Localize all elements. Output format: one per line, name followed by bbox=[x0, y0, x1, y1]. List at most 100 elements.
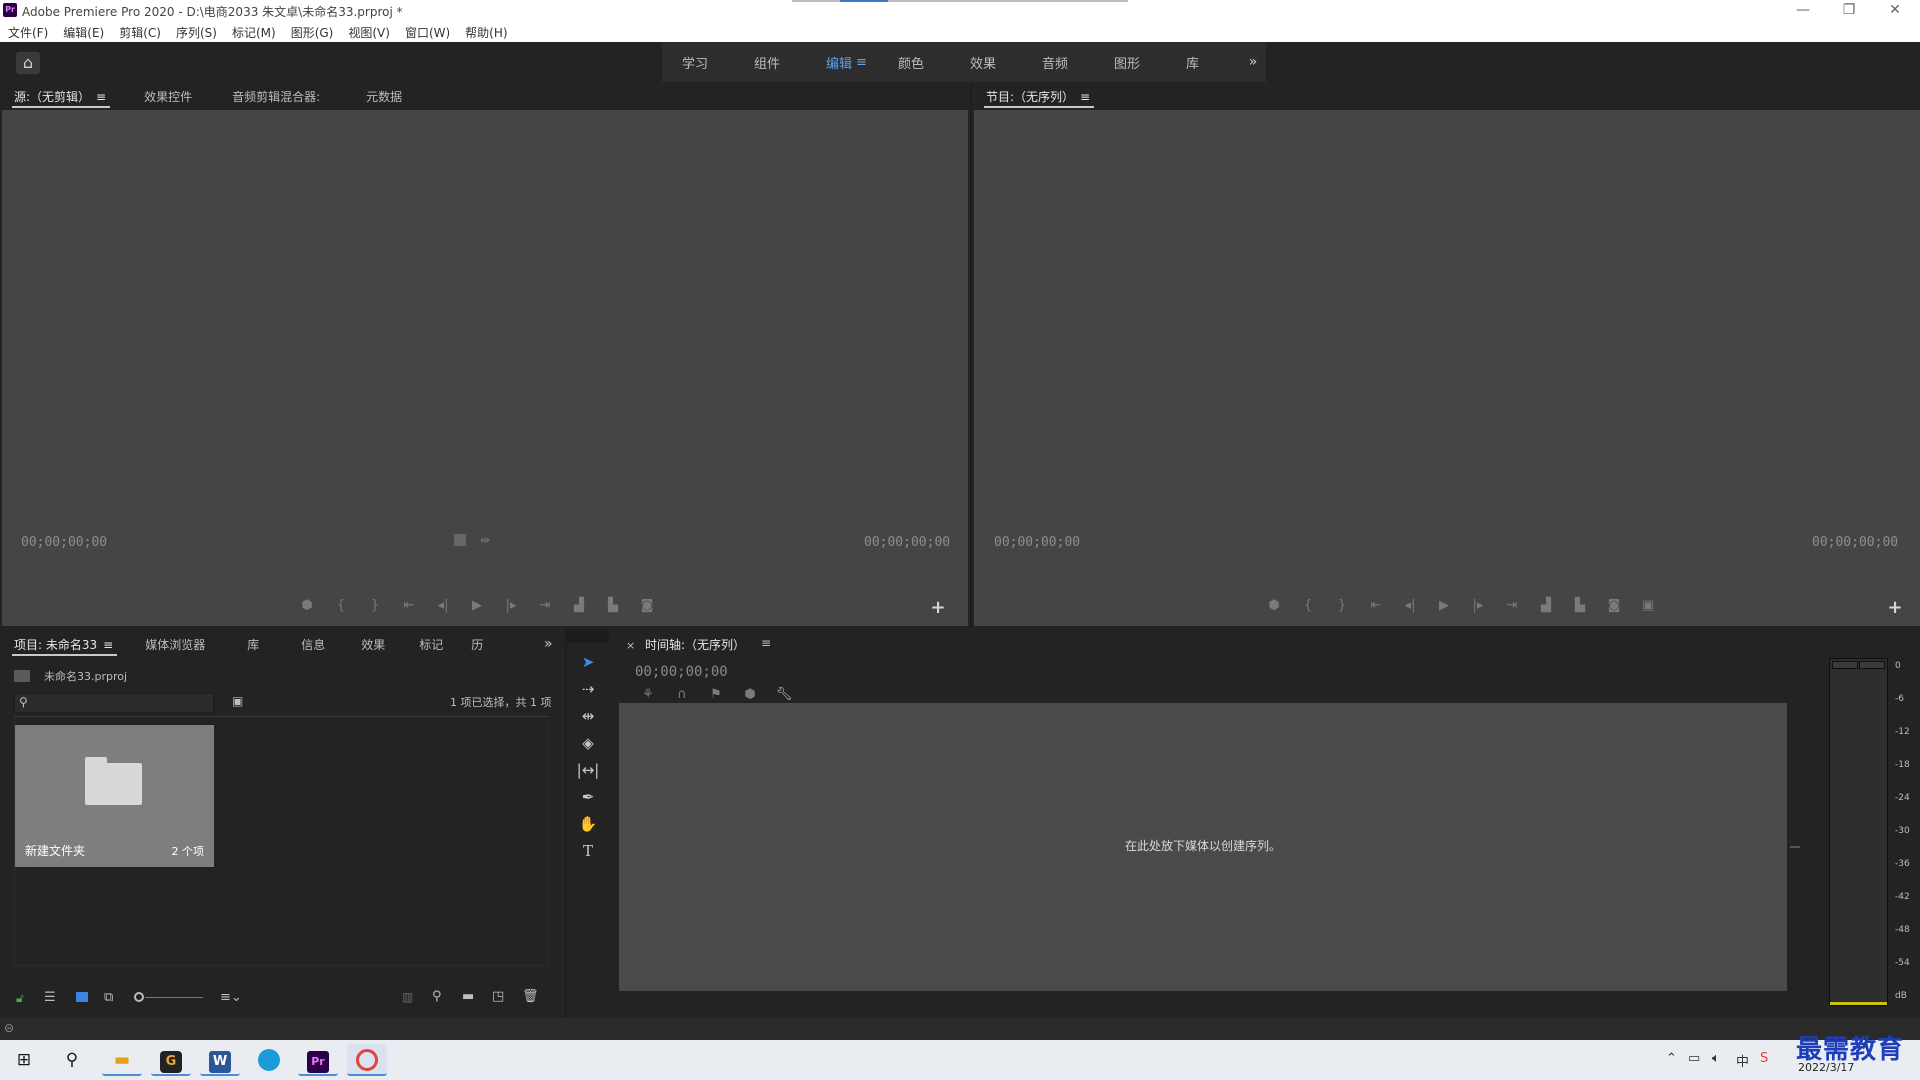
insert-icon[interactable]: ▟ bbox=[567, 597, 591, 615]
menu-help[interactable]: 帮助(H) bbox=[465, 24, 514, 41]
home-icon[interactable]: ⌂ bbox=[16, 52, 40, 74]
timeline-tab-label[interactable]: 时间轴:（无序列） bbox=[645, 636, 745, 653]
timeline-drop-area[interactable]: 在此处放下媒体以创建序列。 bbox=[619, 703, 1787, 991]
new-item-icon[interactable]: ◳ bbox=[492, 989, 504, 1004]
input-method-icon[interactable]: 中 bbox=[1736, 1051, 1749, 1070]
program-go-to-in-icon[interactable]: ⇤ bbox=[1364, 597, 1388, 615]
menu-view[interactable]: 视图(V) bbox=[348, 24, 397, 41]
tab-source[interactable]: 源:（无剪辑） ≡ bbox=[0, 84, 120, 110]
tab-project[interactable]: 项目: 未命名33 ≡ bbox=[0, 632, 127, 658]
source-fit-icon[interactable] bbox=[454, 534, 466, 546]
screen-recorder-app-icon[interactable] bbox=[347, 1044, 387, 1076]
minimize-button[interactable]: — bbox=[1780, 0, 1826, 22]
workspace-tab-learn[interactable]: 学习 bbox=[672, 53, 734, 72]
workspace-more-icon[interactable]: » bbox=[1240, 42, 1266, 82]
mark-in-icon[interactable]: { bbox=[329, 597, 353, 615]
chrome-app-icon[interactable]: G bbox=[151, 1044, 191, 1076]
program-add-button-icon[interactable]: + bbox=[1886, 599, 1904, 617]
overwrite-icon[interactable]: ▙ bbox=[601, 597, 625, 615]
timeline-scroll-handle[interactable] bbox=[1790, 846, 1800, 848]
menu-markers[interactable]: 标记(M) bbox=[232, 24, 283, 41]
menu-sequence[interactable]: 序列(S) bbox=[176, 24, 224, 41]
program-export-frame-icon[interactable]: ◙ bbox=[1602, 597, 1626, 615]
tab-libraries[interactable]: 库 bbox=[233, 632, 273, 658]
menu-window[interactable]: 窗口(W) bbox=[405, 24, 457, 41]
list-view-icon[interactable]: ☰ bbox=[44, 990, 56, 1005]
program-mark-out-icon[interactable]: } bbox=[1330, 597, 1354, 615]
workspace-tab-assembly[interactable]: 组件 bbox=[744, 53, 806, 72]
program-play-icon[interactable]: ▶ bbox=[1432, 597, 1456, 615]
tab-effects[interactable]: 效果 bbox=[347, 632, 399, 658]
menu-edit[interactable]: 编辑(E) bbox=[63, 24, 111, 41]
project-menu-icon[interactable]: ≡ bbox=[103, 638, 113, 652]
windows-start-icon[interactable]: ⊞ bbox=[4, 1044, 44, 1076]
step-back-icon[interactable]: ◂| bbox=[431, 597, 455, 615]
program-mark-in-icon[interactable]: { bbox=[1296, 597, 1320, 615]
tab-effect-controls[interactable]: 效果控件 bbox=[130, 84, 206, 110]
snap-icon[interactable]: ∩ bbox=[669, 686, 695, 704]
timeline-close-icon[interactable]: × bbox=[626, 639, 635, 652]
tab-markers[interactable]: 标记 bbox=[405, 632, 457, 658]
program-timecode-left[interactable]: 00;00;00;00 bbox=[994, 535, 1080, 550]
timeline-marker-icon[interactable]: ⬢ bbox=[737, 686, 763, 704]
new-bin-from-search-icon[interactable]: ▣ bbox=[232, 694, 243, 708]
timeline-timecode[interactable]: 00;00;00;00 bbox=[635, 664, 728, 680]
wrench-icon[interactable]: 🔧︎ bbox=[771, 686, 797, 704]
tab-audio-clip-mixer[interactable]: 音频剪辑混合器: bbox=[218, 84, 334, 110]
zoom-slider-track[interactable] bbox=[145, 997, 203, 998]
lift-icon[interactable]: ▟ bbox=[1534, 597, 1558, 615]
find-icon[interactable]: ⚲ bbox=[432, 989, 442, 1004]
tab-metadata[interactable]: 元数据 bbox=[352, 84, 416, 110]
program-menu-icon[interactable]: ≡ bbox=[1080, 90, 1090, 104]
sort-icon[interactable]: ≡⌄ bbox=[220, 990, 242, 1005]
workspace-tab-libraries[interactable]: 库 bbox=[1176, 53, 1238, 72]
hand-tool-icon[interactable]: ✋ bbox=[575, 813, 601, 835]
network-icon[interactable]: ▭ bbox=[1688, 1051, 1700, 1066]
export-frame-icon[interactable]: ◙ bbox=[635, 597, 659, 615]
volume-icon[interactable]: 🔈︎ bbox=[1712, 1051, 1720, 1066]
restore-button[interactable]: ❐ bbox=[1826, 0, 1872, 22]
close-button[interactable]: ✕ bbox=[1872, 0, 1918, 22]
ripple-edit-tool-icon[interactable]: ⇹ bbox=[575, 705, 601, 727]
menu-clip[interactable]: 剪辑(C) bbox=[119, 24, 168, 41]
slip-tool-icon[interactable]: |↔| bbox=[575, 759, 601, 781]
extract-icon[interactable]: ▙ bbox=[1568, 597, 1592, 615]
new-bin-icon[interactable]: ▬ bbox=[462, 989, 474, 1004]
program-step-back-icon[interactable]: ◂| bbox=[1398, 597, 1422, 615]
workspace-tab-effects[interactable]: 效果 bbox=[960, 53, 1022, 72]
compare-view-icon[interactable]: ▣ bbox=[1636, 597, 1660, 615]
go-to-in-icon[interactable]: ⇤ bbox=[397, 597, 421, 615]
step-forward-icon[interactable]: |▸ bbox=[499, 597, 523, 615]
razor-tool-icon[interactable]: ◈ bbox=[575, 732, 601, 754]
pen-tool-icon[interactable]: ✒ bbox=[575, 786, 601, 808]
tab-info[interactable]: 信息 bbox=[287, 632, 339, 658]
timeline-menu-icon[interactable]: ≡ bbox=[761, 636, 771, 650]
tab-media-browser[interactable]: 媒体浏览器 bbox=[131, 632, 219, 658]
icon-view-icon[interactable] bbox=[76, 992, 88, 1002]
automate-to-sequence-icon[interactable]: ▥ bbox=[402, 990, 413, 1004]
mark-out-icon[interactable]: } bbox=[363, 597, 387, 615]
word-app-icon[interactable]: W bbox=[200, 1044, 240, 1076]
tab-program[interactable]: 节目:（无序列） ≡ bbox=[972, 84, 1104, 110]
project-search-input[interactable]: ⚲ bbox=[14, 693, 214, 713]
freeform-view-icon[interactable]: ⧉ bbox=[104, 990, 113, 1005]
linked-selection-icon[interactable]: ⚑ bbox=[703, 686, 729, 704]
workspace-menu-icon[interactable]: ≡ bbox=[856, 55, 878, 70]
go-to-out-icon[interactable]: ⇥ bbox=[533, 597, 557, 615]
panel-menu-icon[interactable]: ≡ bbox=[96, 90, 106, 104]
add-marker-icon[interactable]: ⬢ bbox=[295, 597, 319, 615]
program-go-to-out-icon[interactable]: ⇥ bbox=[1500, 597, 1524, 615]
program-step-forward-icon[interactable]: |▸ bbox=[1466, 597, 1490, 615]
workspace-tab-color[interactable]: 颜色 bbox=[888, 53, 950, 72]
lock-icon[interactable]: 🔓︎ bbox=[16, 991, 24, 1006]
tab-history[interactable]: 历 bbox=[457, 632, 497, 658]
nest-icon[interactable]: ⚘ bbox=[635, 686, 661, 704]
sogou-icon[interactable]: S bbox=[1760, 1051, 1768, 1066]
folder-thumbnail[interactable]: 新建文件夹 2 个项 bbox=[15, 725, 214, 867]
selection-tool-icon[interactable]: ➤ bbox=[575, 651, 601, 673]
program-add-marker-icon[interactable]: ⬢ bbox=[1262, 597, 1286, 615]
taskbar-search-icon[interactable]: ⚲ bbox=[52, 1044, 92, 1076]
source-timecode-left[interactable]: 00;00;00;00 bbox=[21, 535, 107, 550]
track-select-tool-icon[interactable]: ⇢ bbox=[575, 678, 601, 700]
tray-chevron-up-icon[interactable]: ⌃ bbox=[1666, 1051, 1677, 1066]
